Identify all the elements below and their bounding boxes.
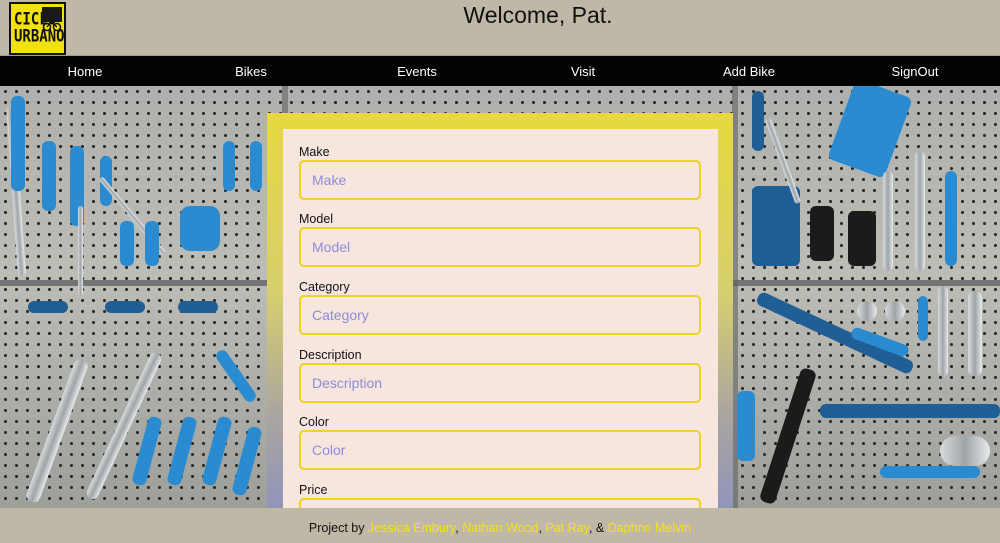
footer-prefix: Project by <box>308 521 368 535</box>
make-input[interactable] <box>299 160 701 200</box>
author-pat-ray[interactable]: Pat Ray <box>545 521 589 535</box>
make-label: Make <box>299 145 330 159</box>
nav-events[interactable]: Events <box>397 64 437 79</box>
nav-add-bike[interactable]: Add Bike <box>723 64 775 79</box>
color-input[interactable] <box>299 430 701 470</box>
price-label: Price <box>299 483 328 497</box>
category-input[interactable] <box>299 295 701 335</box>
category-label: Category <box>299 280 350 294</box>
nav-bikes[interactable]: Bikes <box>235 64 267 79</box>
nav-signout[interactable]: SignOut <box>892 64 939 79</box>
site-footer: Project by Jessica Embury, Nathan Wood, … <box>0 508 1000 543</box>
author-nathan-wood[interactable]: Nathan Wood <box>462 521 538 535</box>
footer-separator: , & <box>588 521 608 535</box>
color-label: Color <box>299 415 329 429</box>
description-label: Description <box>299 348 362 362</box>
model-input[interactable] <box>299 227 701 267</box>
author-daphne-melvin[interactable]: Daphne Melvin <box>608 521 691 535</box>
nav-visit[interactable]: Visit <box>571 64 595 79</box>
site-header: CICLO URBANO Welcome, Pat. <box>0 0 1000 56</box>
description-input[interactable] <box>299 363 701 403</box>
author-jessica-embury[interactable]: Jessica Embury <box>368 521 455 535</box>
model-label: Model <box>299 212 334 226</box>
main-nav: Home Bikes Events Visit Add Bike SignOut <box>0 56 1000 86</box>
welcome-message: Welcome, Pat. <box>463 2 613 28</box>
nav-home[interactable]: Home <box>68 64 103 79</box>
